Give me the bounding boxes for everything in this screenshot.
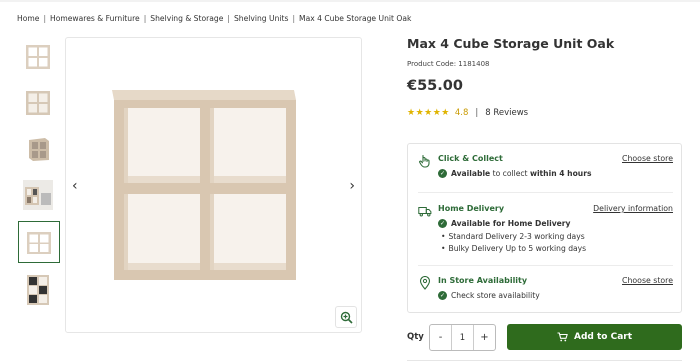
bullet-icon: • bbox=[441, 244, 446, 253]
product-title: Max 4 Cube Storage Unit Oak bbox=[407, 36, 615, 51]
hand-pointer-icon bbox=[419, 154, 430, 168]
home-delivery-availability: ✓ Available for Home Delivery bbox=[438, 219, 571, 228]
check-icon: ✓ bbox=[438, 219, 447, 228]
breadcrumb-shelving-units[interactable]: Shelving Units bbox=[234, 14, 288, 23]
reviews-link[interactable]: 8 Reviews bbox=[485, 108, 528, 118]
product-info: Max 4 Cube Storage Unit Oak Product Code… bbox=[407, 36, 687, 118]
location-pin-icon bbox=[419, 276, 431, 290]
bulky-delivery-info: • Bulky Delivery Up to 5 working days bbox=[441, 244, 587, 253]
product-rating: ★★★★★ 4.8 | 8 Reviews bbox=[407, 108, 687, 118]
add-to-cart-label: Add to Cart bbox=[573, 332, 633, 342]
breadcrumb-separator: | bbox=[143, 14, 147, 23]
bullet-icon: • bbox=[441, 232, 446, 241]
product-code: Product Code: 1181408 bbox=[407, 60, 490, 68]
check-icon: ✓ bbox=[438, 291, 447, 300]
star-rating-icon: ★★★★★ bbox=[407, 108, 450, 118]
thumbnail-5-selected[interactable] bbox=[18, 221, 60, 263]
shelf-thumbnail-image bbox=[26, 44, 50, 69]
standard-delivery-info: • Standard Delivery 2-3 working days bbox=[441, 232, 585, 241]
click-collect-option: Click & Collect Choose store ✓ Available… bbox=[418, 154, 673, 184]
zoom-in-icon bbox=[340, 311, 353, 324]
breadcrumb-shelving-storage[interactable]: Shelving & Storage bbox=[150, 14, 223, 23]
thumbnail-4[interactable] bbox=[18, 175, 58, 214]
quantity-input[interactable]: 1 bbox=[452, 325, 473, 350]
check-icon: ✓ bbox=[438, 169, 447, 178]
breadcrumb-separator: | bbox=[292, 14, 296, 23]
shelf-thumbnail-image bbox=[29, 137, 49, 161]
shelf-thumbnail-image bbox=[27, 232, 51, 254]
fulfilment-options: Click & Collect Choose store ✓ Available… bbox=[407, 143, 682, 313]
divider bbox=[418, 265, 673, 266]
choose-store-link[interactable]: Choose store bbox=[622, 154, 673, 163]
chevron-right-icon[interactable]: › bbox=[349, 178, 355, 194]
divider bbox=[418, 192, 673, 193]
click-collect-availability: ✓ Available to collect within 4 hours bbox=[438, 169, 592, 178]
breadcrumb-homewares[interactable]: Homewares & Furniture bbox=[50, 14, 140, 23]
shelf-thumbnail-image bbox=[27, 274, 49, 305]
delivery-truck-icon bbox=[418, 207, 432, 217]
add-to-cart-button[interactable]: Add to Cart bbox=[507, 324, 682, 350]
home-delivery-option: Home Delivery Delivery information ✓ Ava… bbox=[418, 204, 673, 256]
top-border bbox=[0, 0, 700, 2]
thumbnail-list bbox=[18, 37, 60, 316]
decrease-quantity-button[interactable]: - bbox=[430, 325, 452, 350]
thumbnail-3[interactable] bbox=[18, 129, 58, 168]
rating-value: 4.8 bbox=[454, 108, 469, 118]
delivery-information-link[interactable]: Delivery information bbox=[593, 204, 673, 213]
zoom-button[interactable] bbox=[335, 306, 357, 328]
choose-store-link[interactable]: Choose store bbox=[622, 276, 673, 285]
in-store-title: In Store Availability bbox=[438, 276, 528, 285]
chevron-left-icon[interactable]: ‹ bbox=[72, 178, 78, 194]
breadcrumb-separator: | bbox=[227, 14, 230, 23]
main-product-image: ‹ › bbox=[65, 37, 362, 333]
cube-storage-unit-image bbox=[112, 90, 296, 280]
breadcrumb: Home | Homewares & Furniture | Shelving & St… bbox=[17, 14, 411, 23]
room-thumbnail-image bbox=[23, 179, 53, 210]
click-collect-title: Click & Collect bbox=[438, 154, 503, 163]
shelf-thumbnail-image bbox=[26, 90, 50, 115]
quantity-label: Qty bbox=[407, 332, 424, 342]
breadcrumb-current: Max 4 Cube Storage Unit Oak bbox=[299, 14, 412, 23]
cart-icon bbox=[557, 332, 568, 342]
thumbnail-6[interactable] bbox=[18, 270, 58, 309]
thumbnail-2[interactable] bbox=[18, 83, 58, 122]
check-store-availability: ✓ Check store availability bbox=[438, 291, 540, 300]
breadcrumb-home[interactable]: Home bbox=[17, 14, 39, 23]
thumbnail-1[interactable] bbox=[18, 37, 58, 76]
rating-separator: | bbox=[475, 108, 479, 118]
breadcrumb-separator: | bbox=[43, 14, 46, 23]
home-delivery-title: Home Delivery bbox=[438, 204, 505, 213]
bottom-divider bbox=[407, 360, 682, 361]
product-price: €55.00 bbox=[407, 78, 463, 94]
quantity-stepper: - 1 + bbox=[429, 324, 496, 351]
increase-quantity-button[interactable]: + bbox=[473, 325, 495, 350]
in-store-option: In Store Availability Choose store ✓ Che… bbox=[418, 276, 673, 306]
